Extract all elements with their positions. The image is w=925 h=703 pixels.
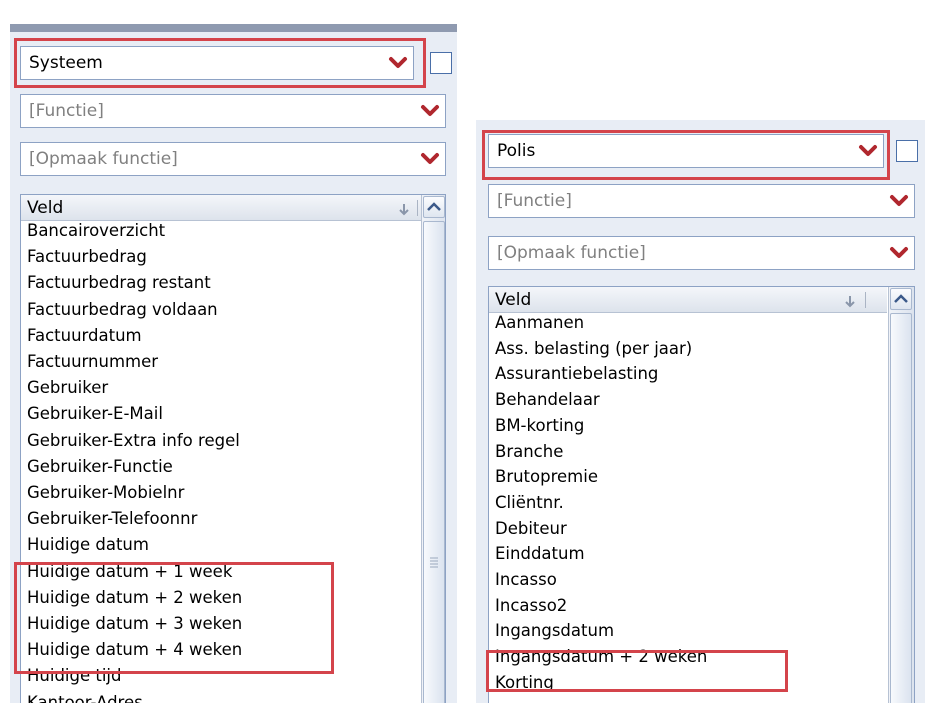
list-item[interactable]: Incasso: [495, 570, 557, 589]
list-item[interactable]: Assurantiebelasting: [495, 364, 658, 383]
list-item[interactable]: Gebruiker-Mobielnr: [27, 483, 184, 502]
list-item[interactable]: Factuurbedrag voldaan: [27, 300, 218, 319]
scroll-up-button[interactable]: [423, 196, 445, 218]
list-item[interactable]: Brutopremie: [495, 467, 598, 486]
function-select[interactable]: [Functie]: [20, 94, 446, 128]
chevron-down-icon[interactable]: [387, 52, 409, 74]
left-field-panel: Systeem [Functie] [Opmaak functie] Veld …: [10, 24, 457, 703]
scroll-thumb[interactable]: [890, 313, 912, 703]
list-item[interactable]: Huidige tijd: [27, 666, 122, 685]
format-function-select[interactable]: [Opmaak functie]: [20, 142, 446, 176]
format-function-select[interactable]: [Opmaak functie]: [488, 236, 915, 270]
list-item[interactable]: Gebruiker-E-Mail: [27, 404, 163, 423]
chevron-down-icon[interactable]: [888, 190, 910, 212]
function-select-placeholder: [Functie]: [497, 191, 572, 211]
scroll-thumb[interactable]: [423, 221, 445, 703]
grip-icon: [430, 557, 438, 568]
function-select[interactable]: [Functie]: [488, 184, 915, 218]
list-item[interactable]: Cliëntnr.: [495, 493, 564, 512]
list-header-label: Veld: [495, 290, 532, 310]
list-item[interactable]: Ingangsdatum: [495, 621, 614, 640]
list-item[interactable]: Huidige datum + 2 weken: [27, 588, 242, 607]
vertical-scrollbar[interactable]: [888, 287, 914, 703]
list-item[interactable]: Bancairoverzicht: [27, 221, 165, 240]
category-select[interactable]: Polis: [488, 134, 884, 168]
function-select-placeholder: [Functie]: [29, 101, 104, 121]
list-item[interactable]: Ingangsdatum + 2 weken: [495, 647, 707, 666]
format-function-select-placeholder: [Opmaak functie]: [497, 243, 646, 263]
category-select-value: Polis: [497, 141, 536, 161]
list-item[interactable]: Aanmanen: [495, 313, 584, 332]
field-list[interactable]: Veld Bancairoverzicht Factuurbedrag Factuu…: [20, 194, 446, 703]
list-item[interactable]: Factuurbedrag: [27, 247, 147, 266]
right-field-panel: Polis [Functie] [Opmaak functie] Veld Aa…: [476, 120, 925, 703]
category-select[interactable]: Systeem: [20, 46, 414, 80]
format-function-select-placeholder: [Opmaak functie]: [29, 149, 178, 169]
field-list[interactable]: Veld Aanmanen Ass. belasting (per jaar) As…: [488, 286, 915, 703]
chevron-down-icon[interactable]: [419, 100, 441, 122]
header-divider: [865, 292, 866, 308]
list-item[interactable]: Huidige datum + 3 weken: [27, 614, 242, 633]
list-header[interactable]: Veld: [489, 287, 887, 313]
list-item[interactable]: Debiteur: [495, 519, 567, 538]
chevron-down-icon[interactable]: [857, 140, 879, 162]
list-header[interactable]: Veld: [21, 195, 421, 221]
chevron-down-icon[interactable]: [888, 242, 910, 264]
list-item[interactable]: Incasso2: [495, 596, 567, 615]
sort-arrow-icon[interactable]: [843, 294, 857, 308]
list-item[interactable]: Kantoor-Adres: [27, 693, 143, 703]
chevron-up-icon: [427, 202, 441, 211]
category-checkbox[interactable]: [430, 52, 452, 74]
list-item[interactable]: Huidige datum: [27, 535, 149, 554]
category-checkbox[interactable]: [896, 140, 918, 162]
scroll-up-button[interactable]: [890, 288, 912, 310]
list-item[interactable]: Huidige datum + 4 weken: [27, 640, 242, 659]
sort-arrow-icon[interactable]: [397, 202, 411, 216]
list-item[interactable]: Gebruiker-Functie: [27, 457, 173, 476]
list-item[interactable]: Behandelaar: [495, 390, 600, 409]
list-item[interactable]: Korting: [495, 673, 554, 692]
list-item[interactable]: Huidige datum + 1 week: [27, 562, 232, 581]
list-item[interactable]: Gebruiker-Telefoonnr: [27, 509, 197, 528]
list-item[interactable]: Ass. belasting (per jaar): [495, 339, 692, 358]
list-item[interactable]: Gebruiker-Extra info regel: [27, 431, 240, 450]
list-item[interactable]: Factuurdatum: [27, 326, 142, 345]
vertical-scrollbar[interactable]: [421, 195, 445, 703]
panel-top-border: [10, 24, 457, 32]
category-select-value: Systeem: [29, 53, 103, 73]
list-item[interactable]: Factuurnummer: [27, 352, 158, 371]
list-item[interactable]: Gebruiker: [27, 378, 108, 397]
list-item[interactable]: Branche: [495, 442, 563, 461]
list-header-label: Veld: [27, 198, 64, 218]
list-item[interactable]: BM-korting: [495, 416, 584, 435]
list-item[interactable]: Einddatum: [495, 544, 585, 563]
header-divider: [417, 200, 418, 216]
chevron-down-icon[interactable]: [419, 148, 441, 170]
list-item[interactable]: Factuurbedrag restant: [27, 273, 211, 292]
chevron-up-icon: [894, 294, 908, 303]
